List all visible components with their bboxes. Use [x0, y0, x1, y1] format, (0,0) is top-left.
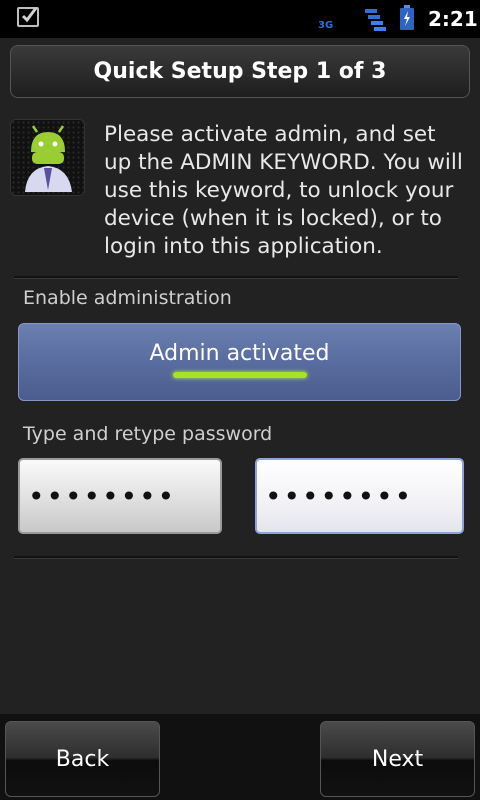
intro-text: Please activate admin, and set up the AD… — [104, 122, 463, 259]
divider — [14, 276, 458, 279]
divider — [14, 556, 458, 559]
network-type-label: 3G — [318, 20, 334, 31]
admin-button-label: Admin activated — [149, 340, 330, 366]
next-button[interactable]: Next — [320, 721, 475, 797]
page-title-bar: Quick Setup Step 1 of 3 — [10, 45, 470, 98]
back-button[interactable]: Back — [5, 721, 160, 797]
signal-icon — [365, 9, 386, 31]
battery-charging-icon — [400, 5, 414, 30]
android-admin-icon — [10, 119, 85, 196]
clock: 2:21 — [428, 7, 478, 31]
page-title: Quick Setup Step 1 of 3 — [93, 59, 387, 84]
admin-activated-button[interactable]: Admin activated — [18, 323, 461, 401]
enable-administration-label: Enable administration — [23, 287, 232, 309]
password-label: Type and retype password — [23, 423, 273, 445]
status-bar: 3G 2:21 — [0, 0, 480, 38]
retype-password-field[interactable]: •••••••• — [255, 458, 464, 534]
password-field[interactable]: •••••••• — [18, 458, 222, 534]
active-indicator — [172, 371, 307, 378]
next-button-label: Next — [371, 746, 424, 772]
notification-checkbox-icon — [17, 7, 39, 27]
back-button-label: Back — [55, 746, 110, 772]
